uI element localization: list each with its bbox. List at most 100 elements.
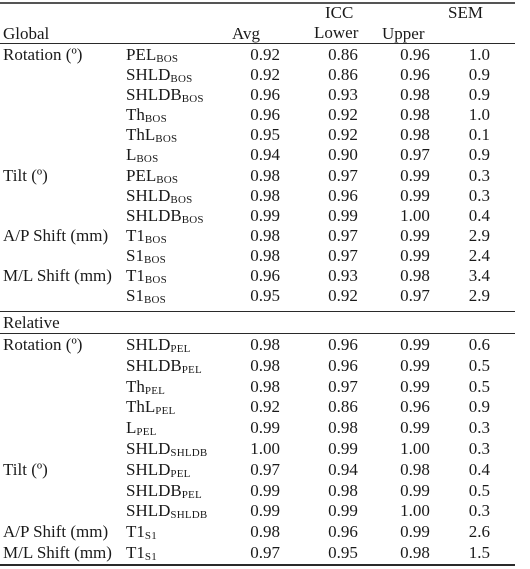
cell-upper: 0.99 xyxy=(400,165,430,185)
table-row: LPEL 0.99 0.98 0.99 0.3 xyxy=(0,418,530,439)
cell-lower: 0.94 xyxy=(328,459,358,479)
measure-reference-subscript: BOS xyxy=(144,113,167,126)
table-row: ThPEL 0.98 0.97 0.99 0.5 xyxy=(0,377,530,398)
measure-name: PEL xyxy=(126,165,157,185)
cell-upper: 0.98 xyxy=(400,542,430,562)
table-row: ThLPEL 0.92 0.86 0.96 0.9 xyxy=(0,397,530,418)
cell-sem: 0.3 xyxy=(468,438,490,458)
cell-upper: 0.97 xyxy=(400,145,430,165)
cell-avg: 0.99 xyxy=(250,480,280,500)
cell-upper: 0.99 xyxy=(400,355,430,375)
measure-name: SHLDB xyxy=(126,355,182,375)
cell-avg: 0.98 xyxy=(250,245,280,265)
cell-sem: 0.3 xyxy=(468,501,490,521)
cell-upper: 0.98 xyxy=(400,85,430,105)
cell-lower: 0.99 xyxy=(328,205,358,225)
cell-sem: 0.3 xyxy=(468,185,490,205)
cell-lower: 0.96 xyxy=(328,522,358,542)
cell-lower: 0.86 xyxy=(328,45,358,64)
measure-name: Th xyxy=(126,376,145,396)
header-sem: SEM xyxy=(448,3,483,22)
cell-upper: 0.98 xyxy=(400,266,430,286)
cell-avg: 0.92 xyxy=(250,45,280,64)
measure-reference-subscript: BOS xyxy=(170,73,193,86)
cell-avg: 0.97 xyxy=(250,542,280,562)
table-row: Rotation (º) SHLDPEL 0.98 0.96 0.99 0.6 xyxy=(0,335,530,356)
cell-lower: 0.95 xyxy=(328,542,358,562)
cell-sem: 0.3 xyxy=(468,165,490,185)
cell-sem: 0.9 xyxy=(468,397,490,417)
cell-upper: 1.00 xyxy=(400,501,430,521)
table-row: ThLBOS 0.95 0.92 0.98 0.1 xyxy=(0,125,530,145)
measure-name: L xyxy=(126,418,137,438)
cell-lower: 0.97 xyxy=(328,225,358,245)
measure-name: ThL xyxy=(126,125,156,145)
measure-name: SHLD xyxy=(126,501,171,521)
cell-lower: 0.90 xyxy=(328,145,358,165)
cell-avg: 0.99 xyxy=(250,501,280,521)
measure-reference-subscript: BOS xyxy=(143,294,166,307)
global-table-body: Rotation (º) PELBOS 0.92 0.86 0.96 1.0 SHLDBOS… xyxy=(0,45,530,306)
cell-avg: 0.94 xyxy=(250,145,280,165)
table-row: SHLDBBOS 0.99 0.99 1.00 0.4 xyxy=(0,206,530,226)
measure-reference-subscript: BOS xyxy=(143,253,166,266)
cell-lower: 0.86 xyxy=(328,397,358,417)
table-top-rule xyxy=(0,2,515,4)
measure-name: SHLD xyxy=(126,65,171,85)
cell-lower: 0.99 xyxy=(328,438,358,458)
cell-upper: 0.99 xyxy=(400,245,430,265)
measure-name: L xyxy=(126,145,137,165)
measure-name: ThL xyxy=(126,397,156,417)
table-row: S1BOS 0.98 0.97 0.99 2.4 xyxy=(0,246,530,266)
table-row: Tilt (º) PELBOS 0.98 0.97 0.99 0.3 xyxy=(0,166,530,186)
cell-upper: 0.99 xyxy=(400,335,430,354)
table-row: Rotation (º) PELBOS 0.92 0.86 0.96 1.0 xyxy=(0,45,530,65)
cell-upper: 1.00 xyxy=(400,438,430,458)
cell-sem: 0.9 xyxy=(468,65,490,85)
measure-reference-subscript: BOS xyxy=(181,213,204,226)
measure-reference-subscript: PEL xyxy=(181,488,202,501)
cell-sem: 0.5 xyxy=(468,376,490,396)
cell-lower: 0.96 xyxy=(328,355,358,375)
measure-reference-subscript: BOS xyxy=(156,53,179,65)
table-row: SHLDBBOS 0.96 0.93 0.98 0.9 xyxy=(0,85,530,105)
cell-upper: 0.96 xyxy=(400,397,430,417)
cell-lower: 0.97 xyxy=(328,165,358,185)
table-row: LBOS 0.94 0.90 0.97 0.9 xyxy=(0,145,530,165)
cell-sem: 2.9 xyxy=(468,225,490,245)
cell-sem: 0.3 xyxy=(468,418,490,438)
cell-sem: 0.6 xyxy=(468,335,490,354)
measure-reference-subscript: BOS xyxy=(136,153,159,166)
cell-sem: 0.9 xyxy=(468,85,490,105)
measure-name: PEL xyxy=(126,45,157,64)
cell-upper: 0.99 xyxy=(400,225,430,245)
cell-lower: 0.92 xyxy=(328,125,358,145)
measure-reference-subscript: BOS xyxy=(144,233,167,246)
section-relative-label: Relative xyxy=(3,313,60,332)
cell-upper: 0.96 xyxy=(400,65,430,85)
measure-reference-subscript: S1 xyxy=(144,550,157,563)
table-row: SHLDSHLDB 0.99 0.99 1.00 0.3 xyxy=(0,501,530,522)
cell-avg: 1.00 xyxy=(250,438,280,458)
measure-reference-subscript: BOS xyxy=(144,274,167,287)
row-group-label: Tilt (º) xyxy=(3,459,48,479)
cell-sem: 0.1 xyxy=(468,125,490,145)
measure-name: SHLD xyxy=(126,185,171,205)
cell-avg: 0.97 xyxy=(250,459,280,479)
measure-reference-subscript: PEL xyxy=(181,363,202,376)
measure-name: SHLDB xyxy=(126,480,182,500)
table-row: M/L Shift (mm) T1BOS 0.96 0.93 0.98 3.4 xyxy=(0,266,530,286)
table-row: SHLDBOS 0.92 0.86 0.96 0.9 xyxy=(0,65,530,85)
measure-reference-subscript: SHLDB xyxy=(170,446,208,459)
table-row: A/P Shift (mm) T1S1 0.98 0.96 0.99 2.6 xyxy=(0,522,530,543)
table-bottom-rule xyxy=(0,564,515,566)
cell-upper: 0.99 xyxy=(400,418,430,438)
measure-name: SHLDB xyxy=(126,85,182,105)
header-lower: Lower xyxy=(314,23,359,42)
cell-avg: 0.99 xyxy=(250,205,280,225)
cell-sem: 1.0 xyxy=(468,45,490,64)
cell-avg: 0.98 xyxy=(250,225,280,245)
table-row: SHLDBPEL 0.98 0.96 0.99 0.5 xyxy=(0,356,530,377)
cell-avg: 0.98 xyxy=(250,335,280,354)
cell-sem: 1.5 xyxy=(468,542,490,562)
